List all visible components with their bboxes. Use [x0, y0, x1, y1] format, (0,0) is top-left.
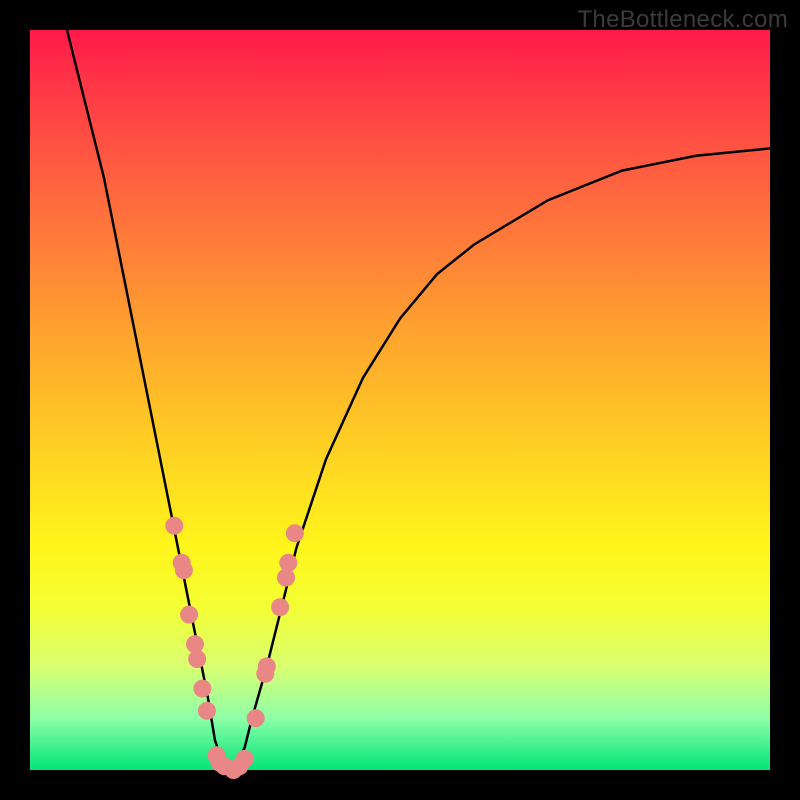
marker-dot [180, 606, 198, 624]
curve-layer [30, 30, 770, 770]
marker-dot [188, 650, 206, 668]
marker-dot [193, 680, 211, 698]
marker-layer [165, 517, 304, 779]
marker-dot [198, 702, 216, 720]
marker-dot [175, 561, 193, 579]
chart-frame: TheBottleneck.com [0, 0, 800, 800]
marker-dot [286, 524, 304, 542]
marker-dot [258, 657, 276, 675]
bottleneck-curve [67, 30, 770, 770]
marker-dot [247, 709, 265, 727]
marker-dot [271, 598, 289, 616]
marker-dot [236, 750, 254, 768]
plot-area [30, 30, 770, 770]
marker-dot [165, 517, 183, 535]
marker-dot [279, 554, 297, 572]
